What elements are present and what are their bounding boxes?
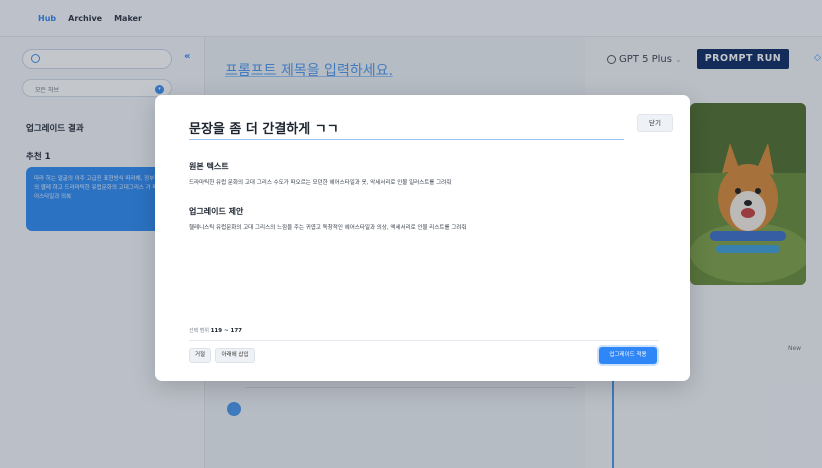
- modal-title: 문장을 좀 더 간결하게 ㄱㄱ: [189, 122, 339, 137]
- upgrade-modal: 문장을 좀 더 간결하게 ㄱㄱ 닫기 원본 텍스트 드라마틱한 유럽 문화의 고…: [155, 95, 690, 381]
- original-text: 드라마틱한 유럽 문화의 고대 그리스 수도가 떠오르는 모던한 헤어스타일과 …: [189, 180, 452, 186]
- footer-divider: [189, 340, 659, 341]
- title-underline: [189, 139, 624, 140]
- upgrade-suggestion-text: 헬레니스틱 유럽문화의 고대 그리스의 느낌을 주는 귀엽고 독창적인 헤어스타…: [189, 225, 467, 231]
- apply-upgrade-button[interactable]: 업그레이드 적용: [599, 347, 657, 364]
- original-text-heading: 원본 텍스트: [189, 162, 229, 171]
- selection-label: 선택 범위: [189, 328, 209, 334]
- reject-button[interactable]: 거절: [189, 348, 211, 363]
- insert-below-button[interactable]: 아래에 삽입: [215, 348, 255, 363]
- upgrade-suggestion-heading: 업그레이드 제안: [189, 207, 244, 216]
- selection-range: 선택 범위 119 ~ 177: [189, 327, 242, 334]
- selection-range-value: 119 ~ 177: [210, 328, 242, 334]
- close-button[interactable]: 닫기: [637, 114, 673, 132]
